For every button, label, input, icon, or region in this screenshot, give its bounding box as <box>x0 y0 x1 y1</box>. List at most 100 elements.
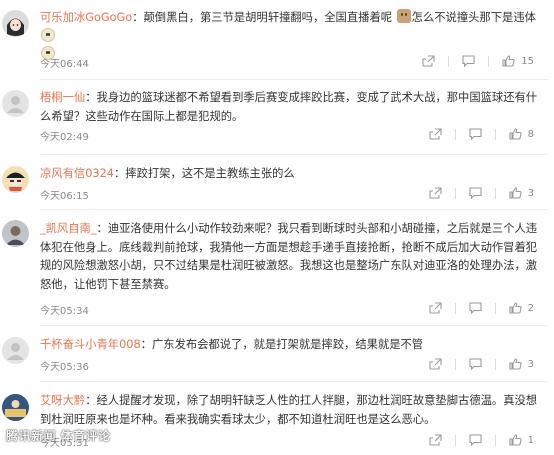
share-icon <box>429 302 442 314</box>
colon: ： <box>140 338 152 351</box>
comment-icon <box>469 128 482 140</box>
like-count: 2 <box>527 302 534 314</box>
share-button[interactable] <box>429 187 442 199</box>
comment-username[interactable]: 艾呀大黔 <box>40 394 85 407</box>
avatar[interactable] <box>2 10 29 37</box>
divider <box>494 358 496 370</box>
divider <box>454 128 456 140</box>
share-icon <box>422 55 435 67</box>
like-button[interactable]: 3 <box>509 358 534 370</box>
colon: ： <box>132 11 144 24</box>
reply-button[interactable] <box>469 302 482 314</box>
sheep-emoji <box>41 27 55 42</box>
comment-icon <box>469 302 482 314</box>
avatar[interactable] <box>2 90 29 117</box>
divider <box>494 302 496 314</box>
avatar-cartoon-image <box>2 166 29 193</box>
avatar-photo-image <box>2 394 29 421</box>
default-avatar-icon <box>2 90 29 117</box>
reply-button[interactable] <box>469 358 482 370</box>
comment-icon <box>462 55 475 67</box>
like-button[interactable]: 3 <box>509 187 534 199</box>
comment-item: 凉风有信0324：摔跤打架，这不是主教练主张的么 今天06:15 3 <box>0 155 554 210</box>
comment-body: 怎么不说撞头那下是违体 <box>411 11 536 24</box>
share-button[interactable] <box>422 55 435 67</box>
comment-body: 迪亚洛使用什么小动作较劲来呢？我只看到断球时头部和小胡碰撞，之后就是三个人违体犯… <box>40 222 538 291</box>
comment-item: 梧桐一仙：我身边的篮球迷都不希望看到季后赛变成摔跤比赛，变成了武术大战，那中国篮… <box>0 80 554 155</box>
thumbs-up-icon <box>509 358 522 370</box>
reply-button[interactable] <box>469 434 482 446</box>
divider <box>494 128 496 140</box>
avatar[interactable] <box>2 166 29 193</box>
divider <box>488 55 490 67</box>
comment-username[interactable]: 千杯奋斗小青年008 <box>40 338 141 351</box>
share-button[interactable] <box>429 434 442 446</box>
comment-icon <box>469 358 482 370</box>
thumbs-up-icon <box>509 128 522 140</box>
comment-item: 艾呀大黔：经人提醒才发现，除了胡明轩缺乏人性的扛人拌腿，那边杜润旺故意垫脚古德温… <box>0 382 554 455</box>
reply-button[interactable] <box>469 128 482 140</box>
divider <box>454 358 456 370</box>
comment-text: 凉风有信0324：摔跤打架，这不是主教练主张的么 <box>40 165 540 184</box>
default-avatar-icon <box>2 337 29 364</box>
comment-actions: 15 <box>422 55 534 67</box>
like-count: 3 <box>527 358 534 370</box>
like-button[interactable]: 2 <box>509 302 534 314</box>
colon: ： <box>113 167 126 180</box>
colon: ： <box>85 91 97 104</box>
divider <box>454 434 456 446</box>
share-button[interactable] <box>429 358 442 370</box>
avatar[interactable] <box>2 394 29 421</box>
reply-button[interactable] <box>469 187 482 199</box>
like-button[interactable]: 1 <box>509 434 534 446</box>
comment-actions: 3 <box>429 187 534 199</box>
like-count: 8 <box>527 128 534 140</box>
comment-item: _凯风自南_：迪亚洛使用什么小动作较劲来呢？我只看到断球时头部和小胡碰撞，之后就… <box>0 210 554 326</box>
share-icon <box>429 358 442 370</box>
comment-time: 今天06:44 <box>40 59 89 70</box>
comment-item: 千杯奋斗小青年008：广东发布会都说了，就是打架就是摔跤，结果就是不管 今天05… <box>0 326 554 382</box>
share-button[interactable] <box>429 128 442 140</box>
comment-text: _凯风自南_：迪亚洛使用什么小动作较劲来呢？我只看到断球时头部和小胡碰撞，之后就… <box>40 220 540 294</box>
comment-icon <box>469 187 482 199</box>
thumbs-up-icon <box>502 55 515 67</box>
watermark: 腾讯新闻 体育评论 <box>6 429 111 443</box>
comment-time: 今天06:15 <box>40 191 89 202</box>
share-icon <box>429 128 442 140</box>
comment-time: 今天05:36 <box>40 362 89 373</box>
like-button[interactable]: 15 <box>502 55 534 67</box>
thumbs-up-icon <box>509 434 522 446</box>
share-icon <box>429 434 442 446</box>
comment-username[interactable]: 梧桐一仙 <box>40 91 85 104</box>
comment-username[interactable]: 凉风有信0324 <box>40 167 114 180</box>
comment-username[interactable]: 可乐加冰GoGoGo <box>40 11 132 24</box>
comment-time: 今天02:49 <box>40 132 89 143</box>
divider <box>454 302 456 314</box>
divider <box>454 187 456 199</box>
comment-body: 经人提醒才发现，除了胡明轩缺乏人性的扛人拌腿，那边杜润旺故意垫脚古德温。真没想到… <box>40 394 538 426</box>
thumbs-up-icon <box>509 302 522 314</box>
divider <box>448 55 450 67</box>
comment-actions: 3 <box>429 358 534 370</box>
comment-actions: 1 <box>429 434 534 446</box>
avatar[interactable] <box>2 220 29 247</box>
comment-text: 梧桐一仙：我身边的篮球迷都不希望看到季后赛变成摔跤比赛，变成了武术大战，那中国篮… <box>40 89 540 126</box>
comment-username[interactable]: _凯风自南_ <box>40 222 97 235</box>
comment-time: 今天05:34 <box>40 306 89 317</box>
thumbs-up-icon <box>509 187 522 199</box>
cat-emoji <box>396 9 411 23</box>
avatar-photo-image <box>2 220 29 247</box>
colon: ： <box>96 222 108 235</box>
like-count: 15 <box>521 55 534 67</box>
comment-body: 我身边的篮球迷都不希望看到季后赛变成摔跤比赛，变成了武术大战，那中国篮球还有什么… <box>40 91 538 123</box>
comment-actions: 2 <box>429 302 534 314</box>
reply-button[interactable] <box>462 55 475 67</box>
like-button[interactable]: 8 <box>509 128 534 140</box>
like-count: 3 <box>527 187 534 199</box>
comment-body: 广东发布会都说了，就是打架就是摔跤，结果就是不管 <box>151 338 424 351</box>
comment-actions: 8 <box>429 128 534 140</box>
share-icon <box>429 187 442 199</box>
avatar[interactable] <box>2 337 29 364</box>
divider <box>494 187 496 199</box>
share-button[interactable] <box>429 302 442 314</box>
